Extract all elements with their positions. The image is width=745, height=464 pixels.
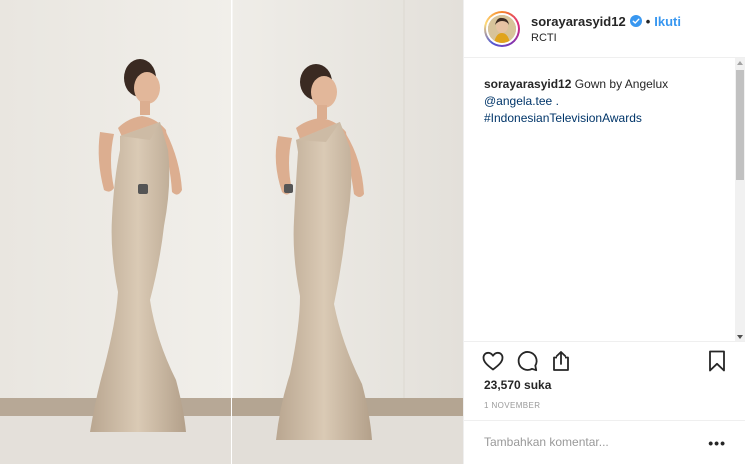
post-photo[interactable] xyxy=(0,0,463,464)
scroll-down-arrow-icon[interactable] xyxy=(737,335,743,339)
more-options-icon[interactable]: ••• xyxy=(708,435,726,451)
share-icon[interactable] xyxy=(548,348,574,374)
heart-icon[interactable] xyxy=(480,348,506,374)
author-username[interactable]: sorayarasyid12 xyxy=(531,14,626,29)
follow-button[interactable]: Ikuti xyxy=(654,14,681,29)
caption-mention[interactable]: @angela.tee . xyxy=(484,93,720,110)
comments-scrollbar[interactable] xyxy=(735,58,745,342)
post-photo-image xyxy=(0,0,463,464)
post-location[interactable]: RCTI xyxy=(531,32,681,44)
scroll-up-arrow-icon[interactable] xyxy=(737,61,743,65)
caption-username[interactable]: sorayarasyid12 xyxy=(484,77,571,91)
caption-hashtag[interactable]: #IndonesianTelevisionAwards xyxy=(484,110,720,127)
actions-divider xyxy=(464,341,745,342)
verified-badge-icon xyxy=(629,15,642,27)
bookmark-icon[interactable] xyxy=(704,348,730,374)
avatar-story-ring[interactable] xyxy=(484,10,520,47)
caption-text: Gown by Angelux xyxy=(571,77,669,91)
post-header: sorayarasyid12 • Ikuti RCTI xyxy=(464,0,745,58)
post-sidebar: sorayarasyid12 • Ikuti RCTI sorayarasyid… xyxy=(463,0,745,464)
avatar-image xyxy=(488,14,516,43)
comment-bar: ••• xyxy=(464,420,745,464)
comment-input[interactable] xyxy=(484,433,694,451)
avatar[interactable] xyxy=(488,14,516,43)
header-separator: • xyxy=(645,13,651,29)
post-date[interactable]: 1 NOVEMBER xyxy=(484,401,540,410)
post-caption: sorayarasyid12 Gown by Angelux @angela.t… xyxy=(484,76,720,127)
like-count[interactable]: 23,570 suka xyxy=(484,378,551,392)
scroll-thumb[interactable] xyxy=(736,70,744,180)
comment-icon[interactable] xyxy=(514,348,540,374)
post-actions xyxy=(480,348,730,374)
